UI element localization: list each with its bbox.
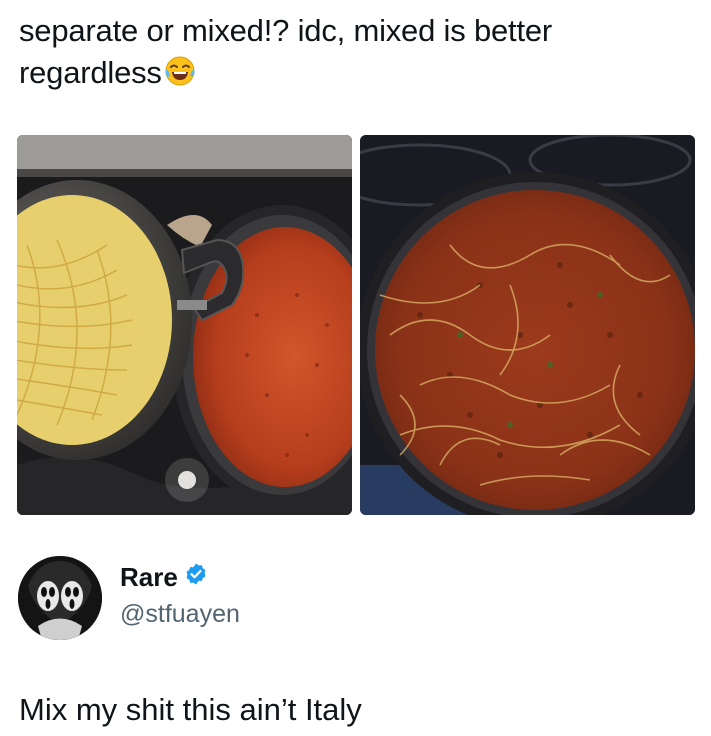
post-caption: separate or mixed!? idc, mixed is better… bbox=[19, 13, 553, 90]
author-handle[interactable]: @stfuayen bbox=[120, 600, 240, 629]
author-name-row[interactable]: Rare bbox=[120, 562, 208, 593]
reply-text: Mix my shit this ain’t Italy bbox=[19, 692, 362, 727]
media-image-left[interactable] bbox=[17, 135, 352, 515]
laughing-emoji-icon bbox=[164, 55, 196, 87]
author-avatar[interactable] bbox=[18, 556, 102, 640]
post-text: separate or mixed!? idc, mixed is better… bbox=[19, 10, 699, 94]
media-image-right[interactable] bbox=[360, 135, 695, 515]
author-name[interactable]: Rare bbox=[120, 562, 178, 593]
verified-badge-icon bbox=[184, 562, 208, 593]
